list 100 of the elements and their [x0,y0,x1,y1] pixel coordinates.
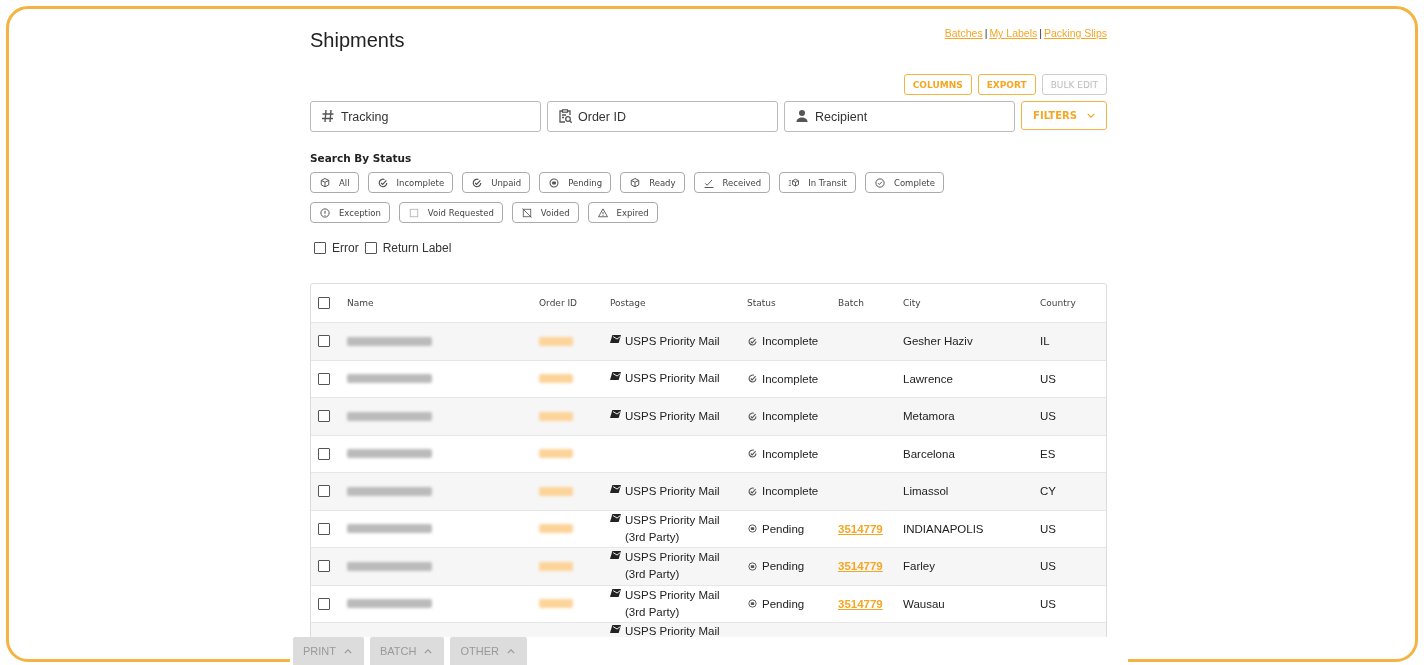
postage-text: USPS Priority Mail [625,408,720,424]
status-filter-chip[interactable]: Voided [511,202,579,223]
hash-icon [320,108,336,124]
checkbox-label: Error [332,241,359,255]
check-circle-icon [873,176,886,189]
status-filter-chip[interactable]: Incomplete [367,172,454,193]
batch-link[interactable]: 3514779 [838,597,883,610]
postage-text: USPS Priority Mail (3rd Party) [625,587,720,620]
page-title: Shipments [310,29,405,52]
table-cell: Gesher Haziv [903,335,973,348]
batch-link[interactable]: 3514779 [838,522,883,535]
redacted-text [539,411,573,421]
row-checkbox[interactable] [318,597,330,610]
status-filter-chip[interactable]: Received [693,172,771,193]
status-text: Pending [762,560,805,573]
exclamation-circle-icon [319,206,331,219]
nav-link[interactable]: Batches [944,27,983,39]
clipboard-search-icon [557,108,573,124]
postage-text: USPS Priority Mail [625,333,720,349]
menu-button[interactable]: OTHER [450,637,527,665]
redacted-text [539,374,573,384]
row-checkbox[interactable] [318,410,330,423]
dot-circle-icon [548,176,561,189]
caret-icon [1086,113,1095,118]
checkbox[interactable] [318,297,330,309]
column-header: Name [347,298,375,308]
row-checkbox[interactable] [318,522,330,535]
mail-icon [610,484,621,493]
postage-text: USPS Priority Mail (3rd Party) [625,550,720,583]
row-checkbox[interactable] [318,335,330,348]
person-icon [794,108,810,124]
redacted-text [539,599,573,609]
table-cell: US [1040,372,1056,385]
batch-link[interactable]: 3514779 [838,560,883,573]
status-text: Incomplete [762,447,819,460]
row-checkbox[interactable] [318,447,330,460]
search-field[interactable]: Recipient [784,101,1015,132]
search-field[interactable]: Order ID [547,101,778,132]
action-button[interactable]: EXPORT [977,74,1036,95]
dot-circle-icon [747,523,758,535]
nav-link[interactable]: My Labels [989,27,1038,39]
status-text: Incomplete [762,335,819,348]
column-header: Country [1040,298,1077,308]
status-filter-chip[interactable]: Ready [620,172,685,193]
status-filter-chip[interactable]: In Transit [779,172,856,193]
status-filter-chip[interactable]: All [310,172,359,193]
warning-icon [596,206,609,219]
menu-button[interactable]: BATCH [370,637,445,665]
table-cell: Lawrence [903,372,953,385]
section-heading: Search By Status [310,152,413,164]
caret-icon [506,648,515,654]
redacted-text [539,449,573,459]
table-cell: US [1040,597,1056,610]
status-filter-chip[interactable]: Expired [587,202,658,223]
caret-icon [424,648,433,654]
check-circle-icon [747,485,758,497]
table-cell: Barcelona [903,447,955,460]
status-text: Pending [762,522,805,535]
status-filter-chip[interactable]: Exception [310,202,390,223]
row-checkbox[interactable] [318,372,330,385]
table-cell: ES [1040,447,1056,460]
table-cell: CY [1040,485,1056,498]
column-header: Batch [838,298,865,308]
crossed-square-icon [520,206,533,219]
status-filter-chip[interactable]: Complete [864,172,944,193]
table-cell: Farley [903,560,935,573]
link-separator: | [1039,27,1042,39]
table-cell: Wausau [903,597,945,610]
row-checkbox[interactable] [318,485,330,498]
dot-circle-icon [747,598,758,610]
status-text: Incomplete [762,410,819,423]
nav-link[interactable]: Packing Slips [1043,27,1107,39]
checkbox[interactable] [364,242,377,254]
mail-icon [610,334,621,343]
column-header: City [903,298,922,308]
redacted-text [539,336,573,346]
box-icon [629,176,642,189]
table-cell: INDIANAPOLIS [903,522,984,535]
mail-icon [610,372,621,381]
status-filter-chip[interactable]: Unpaid [462,172,531,193]
mail-icon [610,409,621,418]
check-circle-icon [747,335,758,347]
status-filter-chip[interactable]: Pending [539,172,612,193]
menu-button[interactable]: PRINT [293,637,364,665]
table-cell: US [1040,410,1056,423]
filters-button[interactable]: FILTERS [1021,101,1107,130]
row-checkbox[interactable] [318,560,330,573]
table-cell: US [1040,560,1056,573]
search-field[interactable]: Tracking [310,101,541,132]
link-separator: | [984,27,988,39]
mail-icon [610,588,621,597]
box-icon [319,176,331,189]
dot-circle-icon [747,560,758,572]
status-filter-chip[interactable]: Void Requested [398,202,503,223]
check-circle-icon [471,176,484,189]
action-button[interactable]: COLUMNS [903,74,972,95]
check-circle-icon [747,410,758,422]
mail-icon [610,513,621,522]
mail-icon [610,551,621,560]
checkbox[interactable] [314,242,326,254]
